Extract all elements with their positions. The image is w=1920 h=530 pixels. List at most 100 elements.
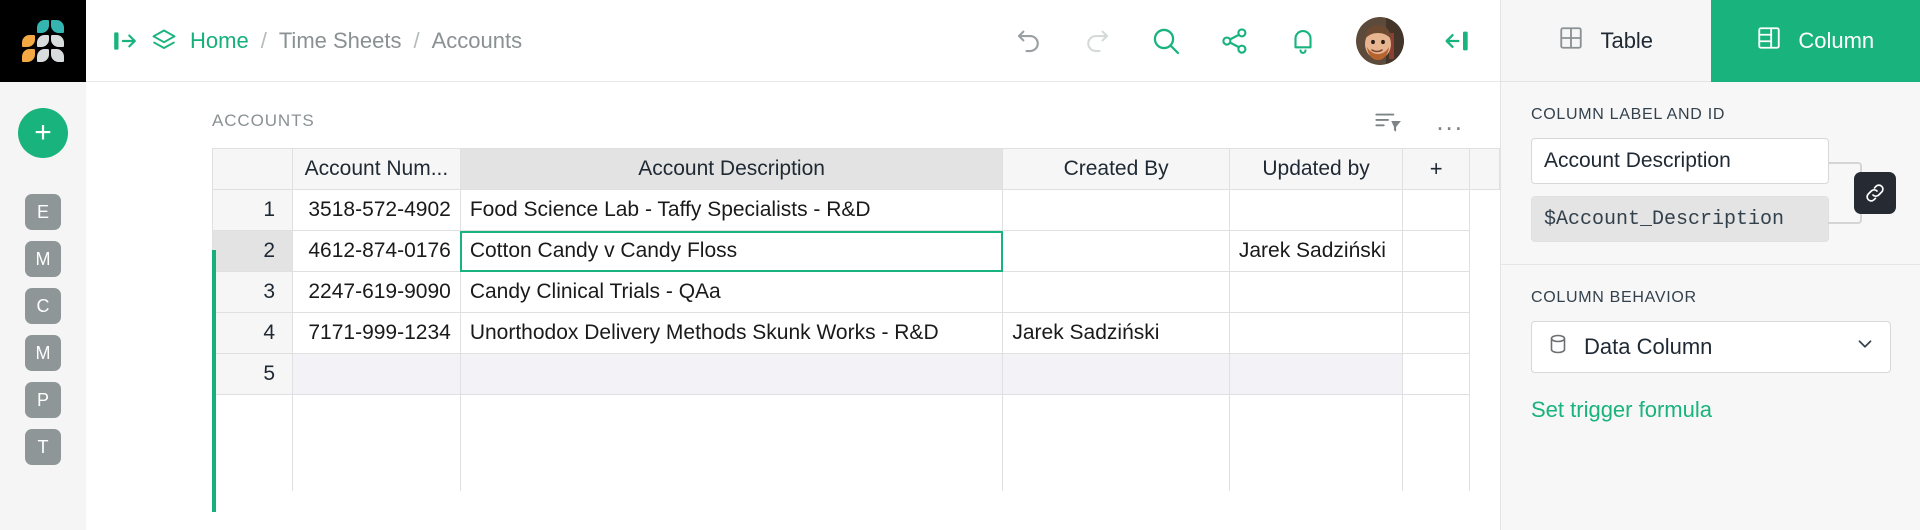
grid-wrapper: Account Num... Account Description Creat… (86, 148, 1500, 491)
table-grid-icon (1558, 25, 1584, 57)
breadcrumb-separator: / (261, 28, 267, 54)
section-heading-label-id: COLUMN LABEL AND ID (1531, 106, 1890, 124)
sidebar-item-p[interactable]: P (25, 382, 61, 418)
sidebar-item-e[interactable]: E (25, 194, 61, 230)
more-options-icon[interactable]: ... (1436, 116, 1464, 126)
cell-account-description[interactable]: Food Science Lab - Taffy Specialists - R… (460, 190, 1003, 231)
column-header-updated-by[interactable]: Updated by (1229, 149, 1402, 190)
add-column-button[interactable]: + (1403, 149, 1470, 190)
column-header-tail (1470, 149, 1500, 190)
cell-account-number[interactable]: 4612-874-0176 (293, 231, 461, 272)
cell-created-by[interactable] (1003, 272, 1230, 313)
cell-created-by[interactable] (1003, 354, 1230, 395)
cell-account-number[interactable]: 3518-572-4902 (293, 190, 461, 231)
app-logo[interactable] (0, 0, 86, 82)
bell-icon[interactable] (1288, 26, 1318, 56)
cell-account-description-selected[interactable]: Cotton Candy v Candy Floss (460, 231, 1003, 272)
undo-icon[interactable] (1014, 26, 1044, 56)
share-icon[interactable] (1220, 26, 1250, 56)
avatar[interactable] (1356, 17, 1404, 65)
column-label-section: COLUMN LABEL AND ID $Account_Description (1501, 82, 1920, 264)
logo-grid-icon (22, 20, 64, 62)
cell-spacer (1403, 190, 1470, 231)
cell-spacer (1403, 231, 1470, 272)
row-number[interactable]: 3 (213, 272, 293, 313)
column-behavior-value: Data Column (1584, 334, 1840, 360)
center-column: Home / Time Sheets / Accounts (86, 0, 1500, 530)
top-actions (1014, 17, 1474, 65)
table-row-new[interactable]: 5 (213, 354, 1500, 395)
redo-icon[interactable] (1082, 26, 1112, 56)
sidebar-item-c[interactable]: C (25, 288, 61, 324)
tab-table[interactable]: Table (1501, 0, 1711, 82)
column-header-account-description[interactable]: Account Description (460, 149, 1003, 190)
tab-column-label: Column (1798, 28, 1874, 54)
cell-created-by[interactable] (1003, 190, 1230, 231)
cell-account-number[interactable]: 7171-999-1234 (293, 313, 461, 354)
cell-updated-by[interactable] (1229, 354, 1402, 395)
column-header-rownum[interactable] (213, 149, 293, 190)
table-row[interactable]: 1 3518-572-4902 Food Science Lab - Taffy… (213, 190, 1500, 231)
add-new-button[interactable]: + (18, 108, 68, 158)
table-row[interactable]: 4 7171-999-1234 Unorthodox Delivery Meth… (213, 313, 1500, 354)
cell-created-by[interactable] (1003, 231, 1230, 272)
row-number[interactable]: 4 (213, 313, 293, 354)
plus-icon: + (34, 118, 52, 148)
cell-updated-by[interactable] (1229, 313, 1402, 354)
column-behavior-select[interactable]: Data Column (1531, 321, 1891, 373)
chevron-down-icon (1854, 333, 1876, 361)
column-header-account-number[interactable]: Account Num... (293, 149, 461, 190)
sidebar-item-label: M (36, 343, 51, 364)
sidebar-item-label: E (37, 202, 49, 223)
column-header-created-by[interactable]: Created By (1003, 149, 1230, 190)
sidebar-item-t[interactable]: T (25, 429, 61, 465)
cell-account-description[interactable]: Unorthodox Delivery Methods Skunk Works … (460, 313, 1003, 354)
tab-column[interactable]: Column (1711, 0, 1920, 82)
app-root: + E M C M P T (0, 0, 1920, 530)
left-rail: + E M C M P T (0, 0, 86, 530)
rail-doc-list: E M C M P T (25, 194, 61, 465)
data-grid[interactable]: Account Num... Account Description Creat… (212, 148, 1500, 491)
breadcrumb-separator: / (414, 28, 420, 54)
cell-account-description[interactable] (460, 354, 1003, 395)
sidebar-item-label: C (37, 296, 50, 317)
column-label-input[interactable] (1531, 138, 1829, 184)
filter-sort-icon[interactable] (1372, 108, 1402, 134)
cell-spacer (1403, 354, 1470, 395)
panel-collapse-icon[interactable] (1442, 27, 1470, 55)
row-number[interactable]: 1 (213, 190, 293, 231)
cell-updated-by[interactable] (1229, 190, 1402, 231)
cell-spacer (1403, 313, 1470, 354)
grid-filler-row (213, 395, 1500, 491)
breadcrumb-home[interactable]: Home (190, 28, 249, 54)
cell-updated-by[interactable]: Jarek Sadziński (1229, 231, 1402, 272)
column-id-field[interactable]: $Account_Description (1531, 196, 1829, 242)
sidebar-item-m1[interactable]: M (25, 241, 61, 277)
table-row[interactable]: 3 2247-619-9090 Candy Clinical Trials - … (213, 272, 1500, 313)
right-panel: Table Column COLUMN LABEL AND ID $Accoun… (1500, 0, 1920, 530)
search-icon[interactable] (1150, 25, 1182, 57)
panel-expand-icon[interactable] (112, 28, 138, 54)
row-number[interactable]: 2 (213, 231, 293, 272)
sheet-area: ACCOUNTS ... (86, 82, 1500, 530)
cell-created-by[interactable]: Jarek Sadziński (1003, 313, 1230, 354)
cell-account-number[interactable]: 2247-619-9090 (293, 272, 461, 313)
cell-updated-by[interactable] (1229, 272, 1402, 313)
link-bracket (1828, 154, 1888, 228)
column-behavior-section: COLUMN BEHAVIOR Data Column Set trigger … (1501, 264, 1920, 445)
sidebar-item-m2[interactable]: M (25, 335, 61, 371)
label-id-field-group: $Account_Description (1531, 138, 1890, 242)
row-number[interactable]: 5 (213, 354, 293, 395)
cell-account-number[interactable] (293, 354, 461, 395)
grid-selection-edge (212, 250, 216, 512)
breadcrumb-table[interactable]: Accounts (432, 28, 523, 54)
breadcrumb-page[interactable]: Time Sheets (279, 28, 402, 54)
link-chain-icon[interactable] (1854, 172, 1896, 214)
sidebar-item-label: T (38, 437, 49, 458)
set-trigger-formula-link[interactable]: Set trigger formula (1531, 397, 1712, 423)
sidebar-item-label: M (36, 249, 51, 270)
database-icon (1546, 332, 1570, 362)
section-heading-behavior: COLUMN BEHAVIOR (1531, 289, 1890, 307)
cell-account-description[interactable]: Candy Clinical Trials - QAa (460, 272, 1003, 313)
table-row[interactable]: 2 4612-874-0176 Cotton Candy v Candy Flo… (213, 231, 1500, 272)
